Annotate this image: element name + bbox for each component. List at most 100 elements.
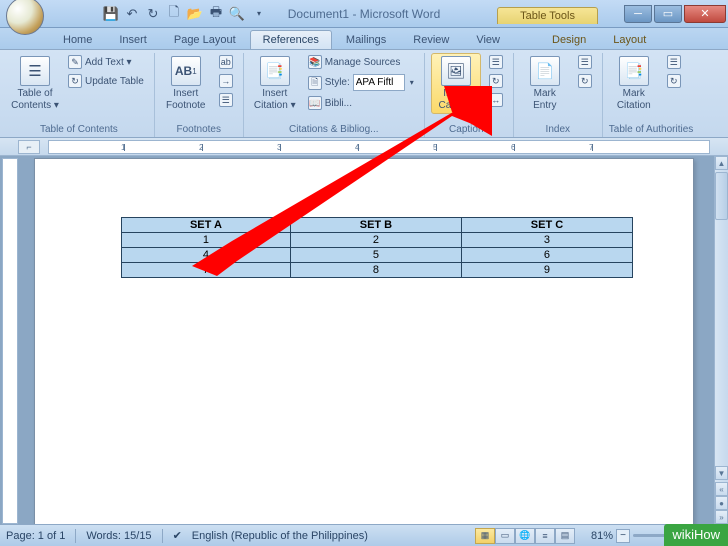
- ribbon-tabstrip: Home Insert Page Layout References Maili…: [0, 28, 728, 50]
- close-button[interactable]: ✕: [684, 5, 726, 23]
- zoom-percent[interactable]: 81%: [591, 530, 613, 542]
- insert-endnote-button[interactable]: ab: [215, 53, 237, 71]
- redo-icon[interactable]: ↻: [144, 5, 162, 23]
- table-cell[interactable]: 4: [122, 248, 291, 263]
- manage-sources-button[interactable]: 📚Manage Sources: [304, 53, 418, 71]
- page[interactable]: SET ASET BSET C 123 456 789: [34, 158, 694, 524]
- mark-citation-button[interactable]: 📑 MarkCitation: [609, 53, 659, 114]
- style-select[interactable]: [353, 74, 405, 91]
- undo-icon[interactable]: ↶: [123, 5, 141, 23]
- table-cell[interactable]: 9: [461, 263, 632, 278]
- horizontal-ruler-bar: ⌐ 1234567: [0, 138, 728, 156]
- tab-review[interactable]: Review: [400, 30, 462, 49]
- table-header[interactable]: SET A: [122, 218, 291, 233]
- table-header[interactable]: SET C: [461, 218, 632, 233]
- table-cell[interactable]: 1: [122, 233, 291, 248]
- mark-citation-icon: 📑: [619, 56, 649, 86]
- window-controls: ─ ▭ ✕: [624, 5, 728, 23]
- caption-icon: 🖼: [441, 56, 471, 86]
- next-footnote-button[interactable]: →: [215, 72, 237, 90]
- insert-index-button[interactable]: ☰: [574, 53, 596, 71]
- insert-tof-button[interactable]: ☰: [485, 53, 507, 71]
- qat-customize[interactable]: [249, 5, 267, 23]
- web-layout-view[interactable]: 🌐: [515, 528, 535, 544]
- group-label-toa: Table of Authorities: [609, 123, 694, 137]
- insert-footnote-button[interactable]: AB1 InsertFootnote: [161, 53, 211, 114]
- tab-view[interactable]: View: [463, 30, 513, 49]
- cross-ref-icon: ↔: [489, 93, 503, 107]
- table-cell[interactable]: 3: [461, 233, 632, 248]
- maximize-button[interactable]: ▭: [654, 5, 682, 23]
- word-count[interactable]: Words: 15/15: [86, 530, 151, 542]
- tab-mailings[interactable]: Mailings: [333, 30, 399, 49]
- scroll-thumb[interactable]: [715, 172, 728, 220]
- insert-toa-button[interactable]: ☰: [663, 53, 685, 71]
- vertical-ruler[interactable]: [2, 158, 18, 524]
- full-screen-view[interactable]: ▭: [495, 528, 515, 544]
- add-text-button[interactable]: ✎Add Text ▾: [64, 53, 148, 71]
- group-captions: 🖼 InsertCaption ☰ ↻ ↔ Captions: [425, 53, 514, 137]
- citation-icon: 📑: [260, 56, 290, 86]
- update-table-label: Update Table: [85, 76, 144, 87]
- toc-icon: ☰: [20, 56, 50, 86]
- browse-object-button[interactable]: ●: [715, 496, 728, 510]
- office-button[interactable]: [6, 0, 44, 35]
- outline-view[interactable]: ≡: [535, 528, 555, 544]
- browse-prev-button[interactable]: «: [715, 482, 728, 496]
- style-dropdown-icon[interactable]: [408, 77, 414, 88]
- update-index-button[interactable]: ↻: [574, 72, 596, 90]
- document-table[interactable]: SET ASET BSET C 123 456 789: [121, 217, 633, 278]
- insert-toa-icon: ☰: [667, 55, 681, 69]
- update-table-icon: ↻: [68, 74, 82, 88]
- mark-entry-button[interactable]: 📄 MarkEntry: [520, 53, 570, 114]
- horizontal-ruler[interactable]: 1234567: [48, 140, 710, 154]
- update-tof-button[interactable]: ↻: [485, 72, 507, 90]
- browse-next-button[interactable]: »: [715, 510, 728, 524]
- print-layout-view[interactable]: ▦: [475, 528, 495, 544]
- tab-insert[interactable]: Insert: [106, 30, 160, 49]
- new-icon[interactable]: 🗋: [165, 5, 183, 23]
- table-of-contents-button[interactable]: ☰ Table ofContents ▾: [10, 53, 60, 114]
- zoom-out-button[interactable]: −: [616, 529, 630, 543]
- insert-citation-button[interactable]: 📑 InsertCitation ▾: [250, 53, 300, 114]
- table-cell[interactable]: 7: [122, 263, 291, 278]
- bibliography-button[interactable]: 📖Bibli...: [304, 94, 418, 112]
- show-notes-button[interactable]: ☰: [215, 91, 237, 109]
- print-icon[interactable]: 🖶: [207, 5, 225, 23]
- scroll-down-button[interactable]: ▼: [715, 466, 728, 480]
- draft-view[interactable]: ▤: [555, 528, 575, 544]
- save-icon[interactable]: 💾: [102, 5, 120, 23]
- insert-footnote-label: InsertFootnote: [166, 88, 205, 111]
- scroll-up-button[interactable]: ▲: [715, 156, 728, 170]
- app-name: Microsoft Word: [360, 7, 440, 21]
- table-cell[interactable]: 5: [290, 248, 461, 263]
- minimize-button[interactable]: ─: [624, 5, 652, 23]
- tab-layout[interactable]: Layout: [600, 30, 659, 49]
- insert-citation-label: InsertCitation ▾: [254, 88, 296, 111]
- tab-design[interactable]: Design: [539, 30, 599, 49]
- contextual-tab-label: Table Tools: [497, 7, 598, 24]
- table-cell[interactable]: 2: [290, 233, 461, 248]
- tab-home[interactable]: Home: [50, 30, 105, 49]
- table-cell[interactable]: 6: [461, 248, 632, 263]
- cross-reference-button[interactable]: ↔: [485, 91, 507, 109]
- insert-index-icon: ☰: [578, 55, 592, 69]
- open-icon[interactable]: 📂: [186, 5, 204, 23]
- table-header[interactable]: SET B: [290, 218, 461, 233]
- proofing-icon[interactable]: ✔: [173, 529, 182, 542]
- ruler-corner[interactable]: ⌐: [18, 140, 40, 154]
- update-table-button[interactable]: ↻Update Table: [64, 72, 148, 90]
- preview-icon[interactable]: 🔍: [228, 5, 246, 23]
- vertical-scrollbar[interactable]: ▲ ▼ « ● »: [714, 156, 728, 524]
- group-label-citations: Citations & Bibliog...: [250, 123, 418, 137]
- update-toa-button[interactable]: ↻: [663, 72, 685, 90]
- insert-caption-button[interactable]: 🖼 InsertCaption: [431, 53, 481, 114]
- group-label-toc: Table of Contents: [10, 123, 148, 137]
- style-label: Style:: [325, 77, 350, 88]
- tab-page-layout[interactable]: Page Layout: [161, 30, 249, 49]
- tab-references[interactable]: References: [250, 30, 332, 49]
- page-indicator[interactable]: Page: 1 of 1: [6, 530, 65, 542]
- language-indicator[interactable]: English (Republic of the Philippines): [192, 530, 368, 542]
- insert-caption-label: InsertCaption: [439, 88, 473, 111]
- table-cell[interactable]: 8: [290, 263, 461, 278]
